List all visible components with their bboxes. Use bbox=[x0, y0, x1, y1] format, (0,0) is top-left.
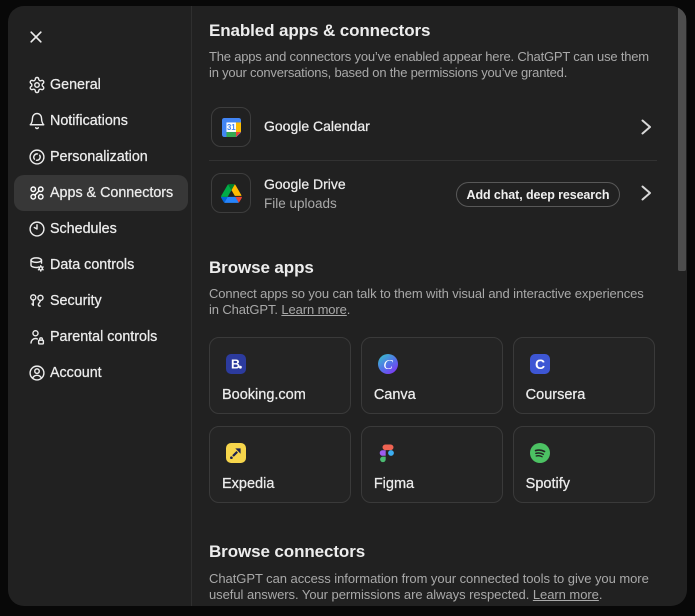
svg-text:C: C bbox=[535, 356, 545, 372]
svg-text:B: B bbox=[231, 357, 240, 371]
svg-text:C: C bbox=[383, 358, 393, 373]
svg-text:31: 31 bbox=[226, 123, 235, 132]
